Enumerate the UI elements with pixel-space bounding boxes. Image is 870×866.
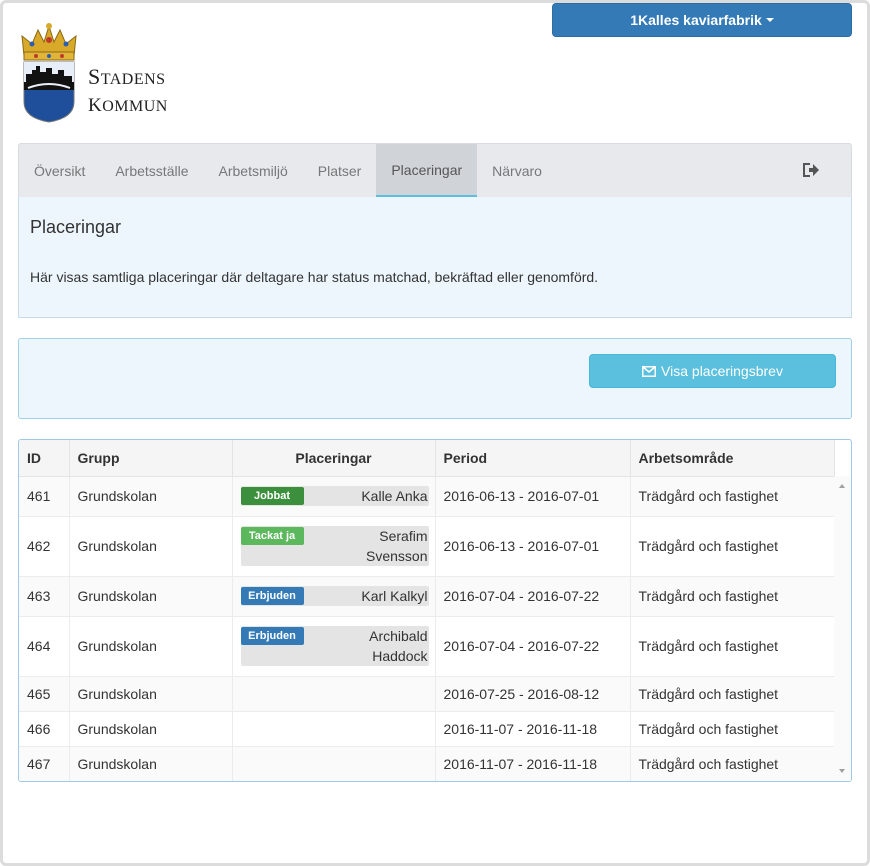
tab-arbetsstalle[interactable]: Arbetsställe <box>100 144 203 198</box>
page-title: Placeringar <box>30 217 122 237</box>
participant-name-line: Haddock <box>372 648 428 664</box>
column-header-period[interactable]: Period <box>435 440 631 477</box>
placement-entry[interactable]: Erbjuden Karl Kalkyl <box>240 586 429 606</box>
table-row[interactable]: 466 Grundskolan 2016-11-07 - 2016-11-18 … <box>19 711 835 747</box>
cell-id: 466 <box>19 711 70 747</box>
brand-name: Stadens Kommun <box>88 64 168 120</box>
cell-group: Grundskolan <box>69 746 233 781</box>
participant-name-line: Karl Kalkyl <box>361 588 428 604</box>
cell-period: 2016-07-04 - 2016-07-22 <box>435 576 631 617</box>
cell-id: 467 <box>19 746 70 781</box>
cell-placement: Erbjuden Archibald Haddock <box>232 616 436 677</box>
cell-period: 2016-06-13 - 2016-07-01 <box>435 516 631 577</box>
main-nav: Översikt Arbetsställe Arbetsmiljö Platse… <box>18 143 852 198</box>
cell-placement <box>232 746 436 781</box>
table-row[interactable]: 463 Grundskolan Erbjuden Karl Kalkyl 201… <box>19 576 835 617</box>
cell-placement <box>232 676 436 712</box>
cell-area: Trädgård och fastighet <box>630 476 835 517</box>
cell-id: 465 <box>19 676 70 712</box>
column-header-placements[interactable]: Placeringar <box>232 440 436 477</box>
table-row[interactable]: 465 Grundskolan 2016-07-25 - 2016-08-12 … <box>19 676 835 712</box>
participant-name: Archibald Haddock <box>304 626 429 666</box>
company-dropdown-button[interactable]: 1Kalles kaviarfabrik <box>552 3 852 37</box>
column-header-area[interactable]: Arbetsområde <box>630 440 835 477</box>
action-panel: Visa placeringsbrev <box>18 338 852 419</box>
cell-area: Trädgård och fastighet <box>630 711 835 747</box>
city-logo <box>21 23 77 123</box>
table-row[interactable]: 462 Grundskolan Tackat ja Serafim Svensso… <box>19 516 835 577</box>
cell-period: 2016-11-07 - 2016-11-18 <box>435 746 631 781</box>
status-badge: Erbjuden <box>240 627 304 645</box>
brand-initial-2: K <box>88 95 103 116</box>
table-row[interactable]: 464 Grundskolan Erbjuden Archibald Haddoc… <box>19 616 835 677</box>
status-badge: Jobbat <box>240 487 304 505</box>
envelope-icon <box>642 365 657 377</box>
placement-entry[interactable]: Tackat ja Serafim Svensson <box>240 526 429 566</box>
cell-group: Grundskolan <box>69 516 233 577</box>
status-badge: Tackat ja <box>240 527 304 545</box>
participant-name-line: Serafim <box>379 528 428 544</box>
company-dropdown-label: 1Kalles kaviarfabrik <box>630 12 762 28</box>
column-header-group[interactable]: Grupp <box>69 440 233 477</box>
participant-name-line: Archibald <box>369 628 428 644</box>
cell-period: 2016-07-04 - 2016-07-22 <box>435 616 631 677</box>
placement-entry[interactable]: Jobbat Kalle Anka <box>240 486 429 506</box>
show-placement-letter-button[interactable]: Visa placeringsbrev <box>589 354 836 388</box>
participant-name-line: Kalle Anka <box>361 488 428 504</box>
show-placement-letter-label: Visa placeringsbrev <box>661 363 783 379</box>
cell-group: Grundskolan <box>69 476 233 517</box>
participant-name: Kalle Anka <box>304 486 429 506</box>
cell-group: Grundskolan <box>69 576 233 617</box>
cell-group: Grundskolan <box>69 616 233 677</box>
cell-id: 462 <box>19 516 70 577</box>
column-header-id[interactable]: ID <box>19 440 70 477</box>
cell-period: 2016-07-25 - 2016-08-12 <box>435 676 631 712</box>
cell-id: 463 <box>19 576 70 617</box>
caret-down-icon <box>765 18 774 22</box>
brand-initial-1: S <box>88 64 101 89</box>
participant-name: Serafim Svensson <box>304 526 429 566</box>
brand-rest-1: tadens <box>100 71 166 88</box>
placement-entry[interactable]: Erbjuden Archibald Haddock <box>240 626 429 666</box>
participant-name-line: Svensson <box>366 548 428 564</box>
sign-out-icon[interactable] <box>801 160 821 180</box>
table-header-row: ID Grupp Placeringar Period Arbetsområde <box>19 440 835 477</box>
table-row[interactable]: 467 Grundskolan 2016-11-07 - 2016-11-18 … <box>19 746 835 781</box>
status-badge: Erbjuden <box>240 587 304 605</box>
cell-placement: Jobbat Kalle Anka <box>232 476 436 517</box>
cell-period: 2016-11-07 - 2016-11-18 <box>435 711 631 747</box>
cell-group: Grundskolan <box>69 711 233 747</box>
placements-table: ID Grupp Placeringar Period Arbetsområde… <box>19 440 835 781</box>
tab-narvaro[interactable]: Närvaro <box>477 144 557 198</box>
cell-area: Trädgård och fastighet <box>630 516 835 577</box>
scroll-up-arrow-icon[interactable] <box>839 484 845 488</box>
cell-placement: Tackat ja Serafim Svensson <box>232 516 436 577</box>
participant-name: Karl Kalkyl <box>304 586 429 606</box>
cell-id: 464 <box>19 616 70 677</box>
table-row[interactable]: 461 Grundskolan Jobbat Kalle Anka 2016-0… <box>19 476 835 517</box>
scroll-down-arrow-icon[interactable] <box>839 769 845 773</box>
info-panel: Placeringar Här visas samtliga placering… <box>18 197 852 318</box>
cell-area: Trädgård och fastighet <box>630 616 835 677</box>
cell-id: 461 <box>19 476 70 517</box>
tab-arbetsmiljo[interactable]: Arbetsmiljö <box>204 144 303 198</box>
table-scrollbar[interactable] <box>834 476 851 781</box>
placements-table-container: ID Grupp Placeringar Period Arbetsområde… <box>18 439 852 782</box>
tab-placeringar[interactable]: Placeringar <box>376 144 478 198</box>
tab-oversikt[interactable]: Översikt <box>19 144 100 198</box>
cell-area: Trädgård och fastighet <box>630 746 835 781</box>
page-description: Här visas samtliga placeringar där delta… <box>30 269 599 285</box>
cell-placement <box>232 711 436 747</box>
tab-platser[interactable]: Platser <box>303 144 377 198</box>
cell-group: Grundskolan <box>69 676 233 712</box>
cell-period: 2016-06-13 - 2016-07-01 <box>435 476 631 517</box>
cell-placement: Erbjuden Karl Kalkyl <box>232 576 436 617</box>
cell-area: Trädgård och fastighet <box>630 676 835 712</box>
brand-rest-2: ommun <box>102 98 168 115</box>
cell-area: Trädgård och fastighet <box>630 576 835 617</box>
